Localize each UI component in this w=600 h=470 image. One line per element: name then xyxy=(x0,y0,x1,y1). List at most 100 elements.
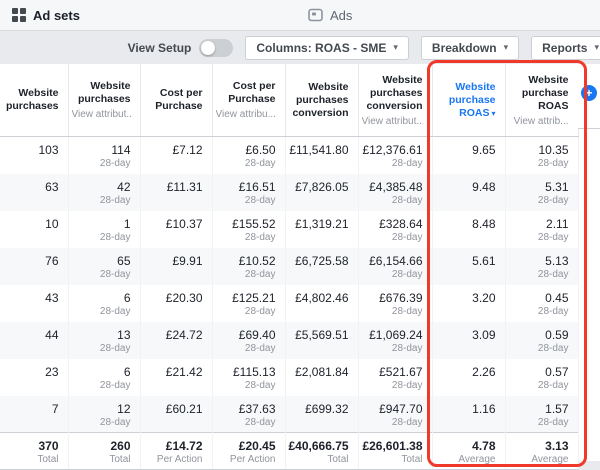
column-header[interactable]: Website purchases View attribut... xyxy=(68,64,141,137)
cell: 0.57 28-day xyxy=(505,358,579,396)
column-title: Website purchases conversion xyxy=(292,80,349,119)
cell-value: £2,081.84 xyxy=(295,364,349,379)
cell-value: £11,541.80 xyxy=(289,143,349,157)
cell-value: £521.67 xyxy=(379,364,423,379)
cell: 12 28-day xyxy=(68,395,141,433)
table-row[interactable]: 103 114 28-day £7.12 £6.50 28-day £11,541.80 £1… xyxy=(0,136,579,174)
view-setup-control: View Setup xyxy=(128,38,234,57)
cell-value: 13 xyxy=(117,327,131,342)
cell-value: 3.09 xyxy=(472,327,496,342)
table-row[interactable]: 10 1 28-day £10.37 £155.52 28-day £1,319.21 £32… xyxy=(0,210,579,248)
attribution-window-tag: 28-day xyxy=(537,305,569,317)
cell: £10.52 28-day xyxy=(212,247,286,285)
column-title: Website purchases conversion xyxy=(366,73,423,112)
cell-value: 23 xyxy=(45,364,59,379)
cell: £6.50 28-day xyxy=(212,136,286,174)
cell-value: £10.52 xyxy=(238,253,276,268)
cell-value: 10.35 xyxy=(538,143,569,157)
cell: 103 xyxy=(0,136,69,174)
table-row[interactable]: 23 6 28-day £21.42 £115.13 28-day £2,081.84 £52… xyxy=(0,358,579,396)
cell: £5,569.51 xyxy=(285,321,359,359)
add-column-button[interactable]: + xyxy=(581,85,597,101)
table-row[interactable]: 63 42 28-day £11.31 £16.51 28-day £7,826.05 £4,… xyxy=(0,173,579,211)
cell: £2,081.84 xyxy=(285,358,359,396)
cell: 8.48 xyxy=(432,210,506,248)
table-row[interactable]: 7 12 28-day £60.21 £37.63 28-day £699.32 £947.7… xyxy=(0,395,579,433)
cell: £12,376.61 28-day xyxy=(358,136,433,174)
column-header[interactable]: Website purchases conversion View attribu… xyxy=(358,64,433,137)
cell-value: 5.13 xyxy=(545,253,569,268)
total-label: Average xyxy=(458,454,496,465)
column-header[interactable]: Cost per Purchase xyxy=(140,64,213,137)
cell: £1,069.24 28-day xyxy=(358,321,433,359)
cell-value: £5,569.51 xyxy=(295,327,349,342)
table-row[interactable]: 43 6 28-day £20.30 £125.21 28-day £4,802.46 £67… xyxy=(0,284,579,322)
column-header[interactable]: Website purchase ROAS ▾ xyxy=(432,64,506,137)
cell-value: £10.37 xyxy=(165,216,203,231)
header-row: Website purchases Website purchases View a… xyxy=(0,64,579,137)
cell: £699.32 xyxy=(285,395,359,433)
cell-value: £676.39 xyxy=(379,290,423,305)
view-setup-toggle[interactable] xyxy=(199,38,234,57)
cell-value: 9.65 xyxy=(472,143,496,157)
cell: 2.11 28-day xyxy=(505,210,579,248)
cell: £6,154.66 28-day xyxy=(358,247,433,285)
cell: £69.40 28-day xyxy=(212,321,286,359)
cell: £155.52 28-day xyxy=(212,210,286,248)
cell-value: 114 xyxy=(111,143,131,157)
total-value: 3.13 xyxy=(545,439,569,453)
total-label: Per Action xyxy=(229,454,276,465)
cell-value: £6.50 xyxy=(245,143,276,157)
cell-value: 1.16 xyxy=(472,401,496,416)
cell: £20.30 xyxy=(140,284,213,322)
column-header[interactable]: Website purchases conversion xyxy=(285,64,359,137)
total-value: 370 xyxy=(38,439,59,453)
columns-button[interactable]: Columns: ROAS - SME ▾ xyxy=(245,35,409,60)
attribution-window-tag: 28-day xyxy=(391,231,423,243)
tab-ads[interactable]: Ads xyxy=(298,0,362,30)
total-cell: 4.78 Average xyxy=(432,432,506,470)
tab-ad-sets[interactable]: Ad sets xyxy=(2,0,90,30)
total-label: Per Action xyxy=(156,454,203,465)
cell: 1.57 28-day xyxy=(505,395,579,433)
attribution-window-tag: 28-day xyxy=(391,416,423,428)
tab-ad-sets-label: Ad sets xyxy=(33,7,80,23)
cell: £115.13 28-day xyxy=(212,358,286,396)
column-header[interactable]: Website purchase ROAS View attrib... xyxy=(505,64,579,137)
cell-value: £155.52 xyxy=(232,216,276,231)
breakdown-button[interactable]: Breakdown ▾ xyxy=(420,35,520,60)
attribution-window-tag: 28-day xyxy=(537,416,569,428)
cell: £16.51 28-day xyxy=(212,173,286,211)
cell-value: 43 xyxy=(45,290,59,305)
totals-row: 370 Total 260 Total £14.72 Per Action £20.45 Pe… xyxy=(0,432,579,470)
total-value: 4.78 xyxy=(472,439,496,453)
total-cell: £14.72 Per Action xyxy=(140,432,213,470)
cell-value: £7,826.05 xyxy=(295,179,349,194)
table-row[interactable]: 44 13 28-day £24.72 £69.40 28-day £5,569.51 £1,… xyxy=(0,321,579,359)
reports-button[interactable]: Reports ▾ xyxy=(531,35,600,60)
cell-value: £4,385.48 xyxy=(369,179,423,194)
column-header[interactable]: Website purchases xyxy=(0,64,69,137)
cell: 5.13 28-day xyxy=(505,247,579,285)
column-title: Website purchases xyxy=(77,80,131,105)
column-title: Website purchase ROAS ▾ xyxy=(448,80,496,119)
total-value: £14.72 xyxy=(165,439,203,453)
total-value: 260 xyxy=(110,439,131,453)
table-row[interactable]: 76 65 28-day £9.91 £10.52 28-day £6,725.58 £6,1… xyxy=(0,247,579,285)
cell: £4,385.48 28-day xyxy=(358,173,433,211)
attribution-window-tag: 28-day xyxy=(537,231,569,243)
cell: 44 xyxy=(0,321,69,359)
column-header[interactable]: Cost per Purchase View attribu... xyxy=(212,64,286,137)
attribution-window-label: View attribu... xyxy=(215,109,276,120)
cell: 65 28-day xyxy=(68,247,141,285)
column-title: Website purchase ROAS xyxy=(521,73,569,112)
cell-value: £6,154.66 xyxy=(369,253,423,268)
cell-value: 6 xyxy=(123,364,131,379)
attribution-window-tag: 28-day xyxy=(99,416,131,428)
cell-value: 42 xyxy=(117,179,131,194)
chevron-down-icon: ▾ xyxy=(594,42,599,52)
cell: £9.91 xyxy=(140,247,213,285)
ad-sets-grid-icon xyxy=(12,8,26,22)
toolbar: View Setup Columns: ROAS - SME ▾ Breakdo… xyxy=(0,31,600,64)
cell-value: 76 xyxy=(45,253,59,268)
